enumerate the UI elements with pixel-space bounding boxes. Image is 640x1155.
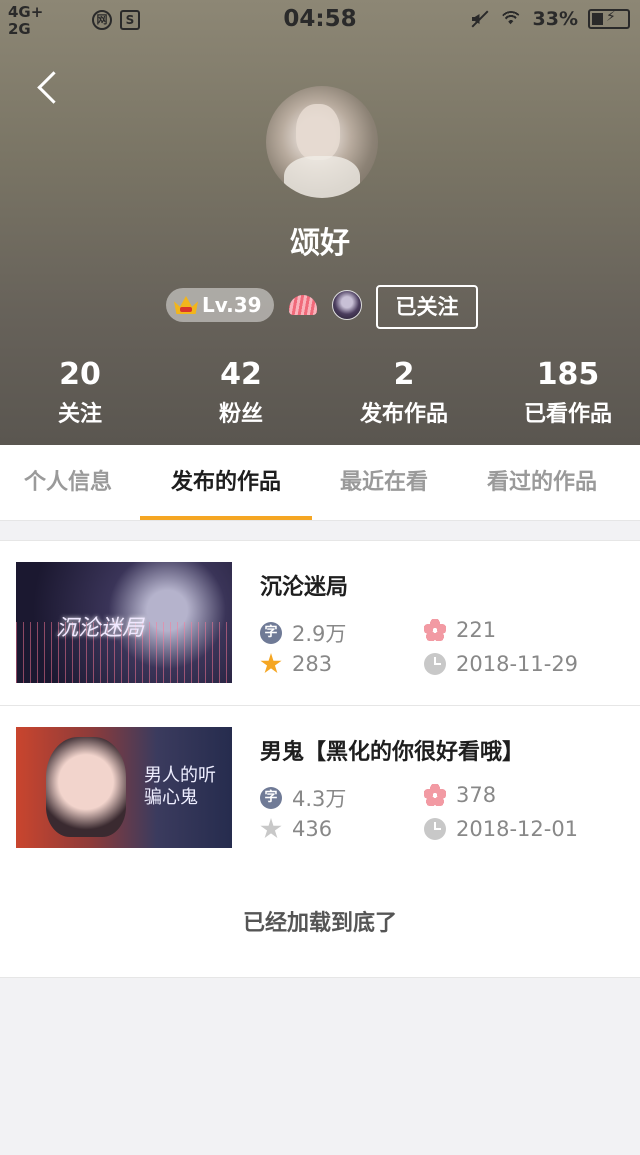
work-title: 男鬼【黑化的你很好看哦】: [260, 740, 525, 765]
date-value: 2018-11-29: [456, 652, 579, 676]
star-count: 436: [260, 817, 332, 841]
stat-value: 2: [393, 357, 415, 392]
stats-row: 20 关注 42 粉丝 2 发布作品 185 已看作品: [0, 356, 640, 430]
flower-count-value: 378: [456, 783, 497, 807]
follow-button[interactable]: 已关注: [376, 285, 478, 329]
stat-label: 粉丝: [218, 402, 263, 427]
star-count-value: 436: [292, 817, 333, 841]
battery-icon: [588, 9, 630, 29]
cover-image[interactable]: [16, 562, 232, 683]
stat-label: 发布作品: [359, 402, 448, 427]
stat-value: 20: [59, 357, 101, 392]
list-item[interactable]: 沉沦迷局 字 2.9万 221 283 2018-11-29: [0, 541, 640, 706]
star-icon: [260, 653, 282, 674]
clock-icon: [424, 818, 446, 840]
word-count-value: 2.9万: [292, 622, 347, 646]
word-icon: 字: [260, 787, 282, 809]
star-count-value: 283: [292, 652, 333, 676]
update-date: 2018-11-29: [424, 652, 578, 676]
stat-viewed[interactable]: 185 已看作品: [480, 356, 640, 430]
active-tab-indicator: [140, 516, 312, 520]
stat-following[interactable]: 20 关注: [0, 356, 160, 430]
wifi-icon: [499, 9, 523, 29]
stat-fans[interactable]: 42 粉丝: [160, 356, 320, 430]
back-arrow-icon[interactable]: [32, 70, 68, 106]
shell-badge-icon[interactable]: [288, 292, 318, 318]
tab-published-works[interactable]: 发布的作品: [140, 445, 312, 521]
tab-bar: 个人信息 发布的作品 最近在看 看过的作品: [0, 445, 640, 521]
end-of-list-text: 已经加载到底了: [0, 870, 640, 978]
stat-label: 已看作品: [523, 402, 612, 427]
flower-count: 378: [424, 783, 496, 807]
flower-icon: [424, 784, 446, 806]
mute-icon: [469, 9, 489, 29]
tab-profile-info[interactable]: 个人信息: [0, 445, 136, 521]
tab-read-works[interactable]: 看过的作品: [460, 445, 624, 521]
badge-row: Lv.39: [166, 288, 362, 322]
word-count: 字 4.3万: [260, 783, 346, 813]
update-date: 2018-12-01: [424, 817, 578, 841]
cover-image[interactable]: [16, 727, 232, 848]
profile-header: 4G+ 2G 网 S 04:58 33% 颂好 Lv.39 已关注 20 关注: [0, 0, 640, 445]
status-bar: 4G+ 2G 网 S 04:58 33%: [0, 0, 640, 40]
tab-recently-reading[interactable]: 最近在看: [312, 445, 456, 521]
word-count-value: 4.3万: [292, 787, 347, 811]
flower-count-value: 221: [456, 618, 497, 642]
profile-name: 颂好: [290, 226, 350, 261]
word-icon: 字: [260, 622, 282, 644]
battery-percent: 33%: [532, 8, 578, 30]
star-count: 283: [260, 652, 332, 676]
star-icon: [260, 818, 282, 839]
clock-icon: [424, 653, 446, 675]
work-title: 沉沦迷局: [260, 575, 349, 600]
flower-count: 221: [424, 618, 496, 642]
works-list: 沉沦迷局 字 2.9万 221 283 2018-11-29 男鬼【黑化的你很好…: [0, 540, 640, 871]
stat-published[interactable]: 2 发布作品: [320, 356, 480, 430]
fan-badge-avatar[interactable]: [331, 290, 362, 320]
level-label: Lv.39: [202, 293, 262, 317]
flower-icon: [424, 619, 446, 641]
list-item[interactable]: 男鬼【黑化的你很好看哦】 字 4.3万 378 436 2018-12-01: [0, 706, 640, 871]
word-count: 字 2.9万: [260, 618, 346, 648]
stat-label: 关注: [57, 402, 102, 427]
stat-value: 42: [220, 357, 262, 392]
date-value: 2018-12-01: [456, 817, 579, 841]
avatar[interactable]: [266, 86, 378, 198]
crown-icon: [174, 294, 198, 316]
stat-value: 185: [536, 357, 600, 392]
level-badge[interactable]: Lv.39: [166, 288, 274, 322]
